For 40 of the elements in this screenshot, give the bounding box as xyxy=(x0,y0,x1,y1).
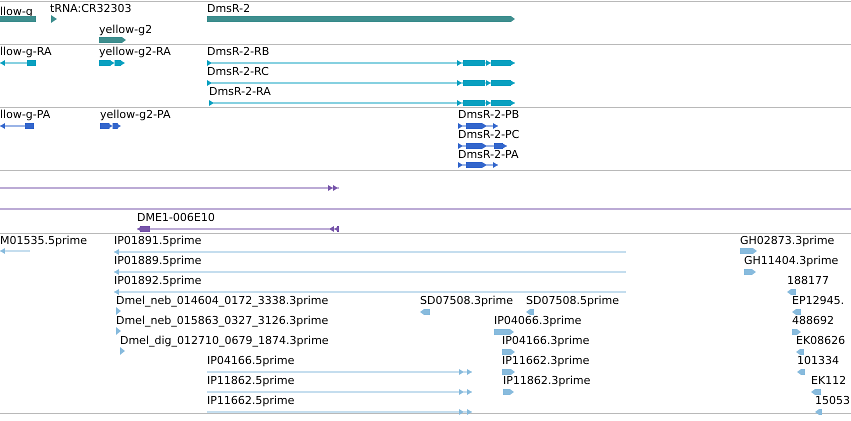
feature-label: 101334 xyxy=(797,355,839,367)
feature-label: IP04166.5prime xyxy=(207,355,294,367)
feature-label: M01535.5prime xyxy=(0,235,88,247)
feature-label: llow-g-PA xyxy=(0,109,50,121)
feature-label: IP04066.3prime xyxy=(494,315,582,327)
feature-label: IP11662.5prime xyxy=(207,395,294,407)
feature-label: Dmel_neb_015863_0327_3126.3prime xyxy=(116,315,328,327)
feature-label: DmsR-2-RA xyxy=(209,86,271,98)
feature-label: DmsR-2-PA xyxy=(458,149,519,161)
feature-label: tRNA:CR32303 xyxy=(50,3,132,15)
feature-label: IP11662.3prime xyxy=(502,355,590,367)
feature-label: GH02873.3prime xyxy=(740,235,834,247)
feature-label: IP01891.5prime xyxy=(114,235,202,247)
feature-label: IP11862.3prime xyxy=(503,375,590,387)
feature-label: yellow-g2-PA xyxy=(100,109,170,121)
feature-label: Dmel_neb_014604_0172_3338.3prime xyxy=(116,295,328,307)
feature-label: Dmel_dig_012710_0679_1874.3prime xyxy=(120,335,329,347)
feature-label: 188177 xyxy=(787,275,829,287)
feature-label: yellow-g2 xyxy=(99,24,152,36)
feature-label: DmsR-2-RC xyxy=(207,66,269,78)
feature-label: IP01889.5prime xyxy=(114,255,202,267)
feature-label: 488692 xyxy=(792,315,834,327)
feature-label: SD07508.3prime xyxy=(420,295,513,307)
feature-label: 15053 xyxy=(815,395,850,407)
feature-label: IP01892.5prime xyxy=(114,275,202,287)
feature-label: DmsR-2 xyxy=(207,3,250,15)
feature-label: DME1-006E10 xyxy=(137,212,215,224)
feature-label: IP04166.3prime xyxy=(502,335,590,347)
feature-label: GH11404.3prime xyxy=(744,255,838,267)
feature-label: llow-g-RA xyxy=(0,46,52,58)
feature-label: llow-g xyxy=(0,6,33,18)
feature-label: DmsR-2-PC xyxy=(458,129,520,141)
feature-label: SD07508.5prime xyxy=(526,295,619,307)
feature-label: DmsR-2-RB xyxy=(207,46,270,58)
feature-label: EP12945. xyxy=(792,295,844,307)
feature-label: IP11862.5prime xyxy=(207,375,294,387)
feature-label: yellow-g2-RA xyxy=(99,46,171,58)
feature-label: EK112 xyxy=(811,375,846,387)
feature-label: DmsR-2-PB xyxy=(458,109,520,121)
feature-label: EK08626 xyxy=(796,335,846,347)
